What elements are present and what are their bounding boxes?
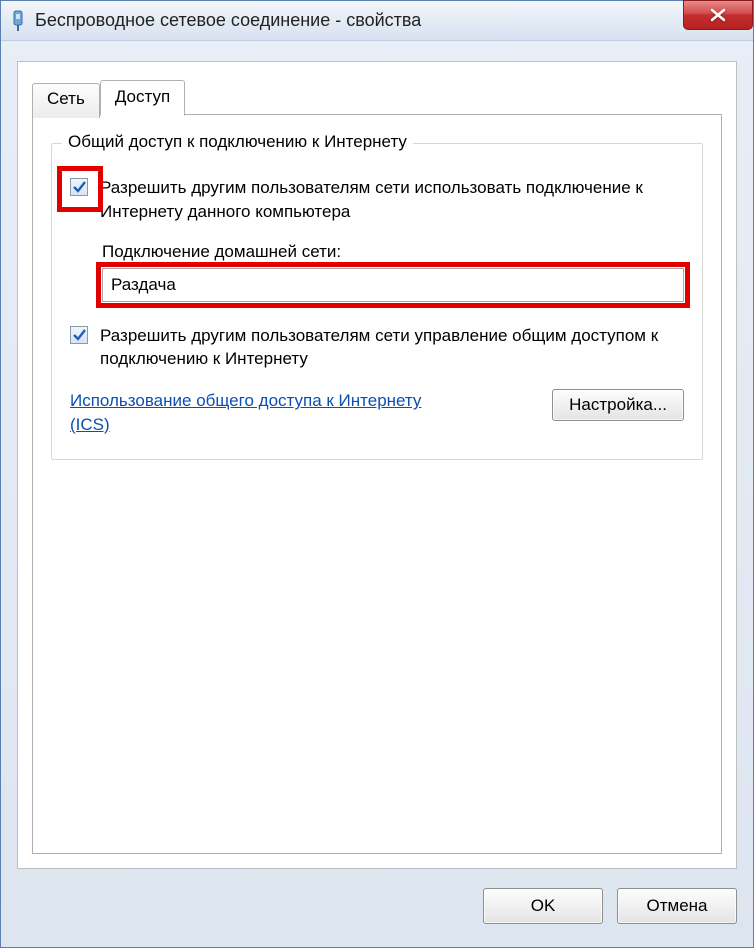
close-icon: [709, 8, 727, 22]
network-adapter-icon: [9, 9, 27, 33]
ics-groupbox: Общий доступ к подключению к Интернету Р…: [51, 143, 703, 460]
ok-button[interactable]: OK: [483, 888, 603, 924]
window-title: Беспроводное сетевое соединение - свойст…: [35, 10, 745, 31]
allow-control-label: Разрешить другим пользователям сети упра…: [100, 324, 684, 372]
properties-dialog: Беспроводное сетевое соединение - свойст…: [0, 0, 754, 948]
settings-button[interactable]: Настройка...: [552, 389, 684, 421]
home-connection-label: Подключение домашней сети:: [102, 242, 684, 262]
allow-others-row: Разрешить другим пользователям сети испо…: [70, 176, 684, 224]
checkmark-icon: [72, 328, 86, 342]
titlebar: Беспроводное сетевое соединение - свойст…: [1, 1, 753, 41]
ics-help-link[interactable]: Использование общего доступа к Интернету…: [70, 389, 430, 437]
link-row: Использование общего доступа к Интернету…: [70, 389, 684, 437]
allow-others-label: Разрешить другим пользователям сети испо…: [100, 176, 684, 224]
home-connection-value: Раздача: [111, 275, 176, 295]
tab-access[interactable]: Доступ: [100, 80, 185, 116]
home-connection-section: Подключение домашней сети: Раздача: [102, 242, 684, 302]
dialog-footer: OK Отмена: [17, 881, 737, 931]
cancel-button[interactable]: Отмена: [617, 888, 737, 924]
tab-body-access: Общий доступ к подключению к Интернету Р…: [32, 114, 722, 854]
tab-network[interactable]: Сеть: [32, 83, 100, 118]
home-connection-dropdown[interactable]: Раздача: [102, 268, 684, 302]
close-button[interactable]: [683, 0, 753, 30]
content-panel: Сеть Доступ Общий доступ к подключению к…: [17, 61, 737, 869]
checkmark-icon: [72, 180, 86, 194]
allow-others-checkbox[interactable]: [70, 178, 88, 196]
allow-control-checkbox[interactable]: [70, 326, 88, 344]
tabstrip: Сеть Доступ: [32, 80, 185, 115]
allow-control-row: Разрешить другим пользователям сети упра…: [70, 324, 684, 372]
group-legend: Общий доступ к подключению к Интернету: [62, 132, 413, 152]
